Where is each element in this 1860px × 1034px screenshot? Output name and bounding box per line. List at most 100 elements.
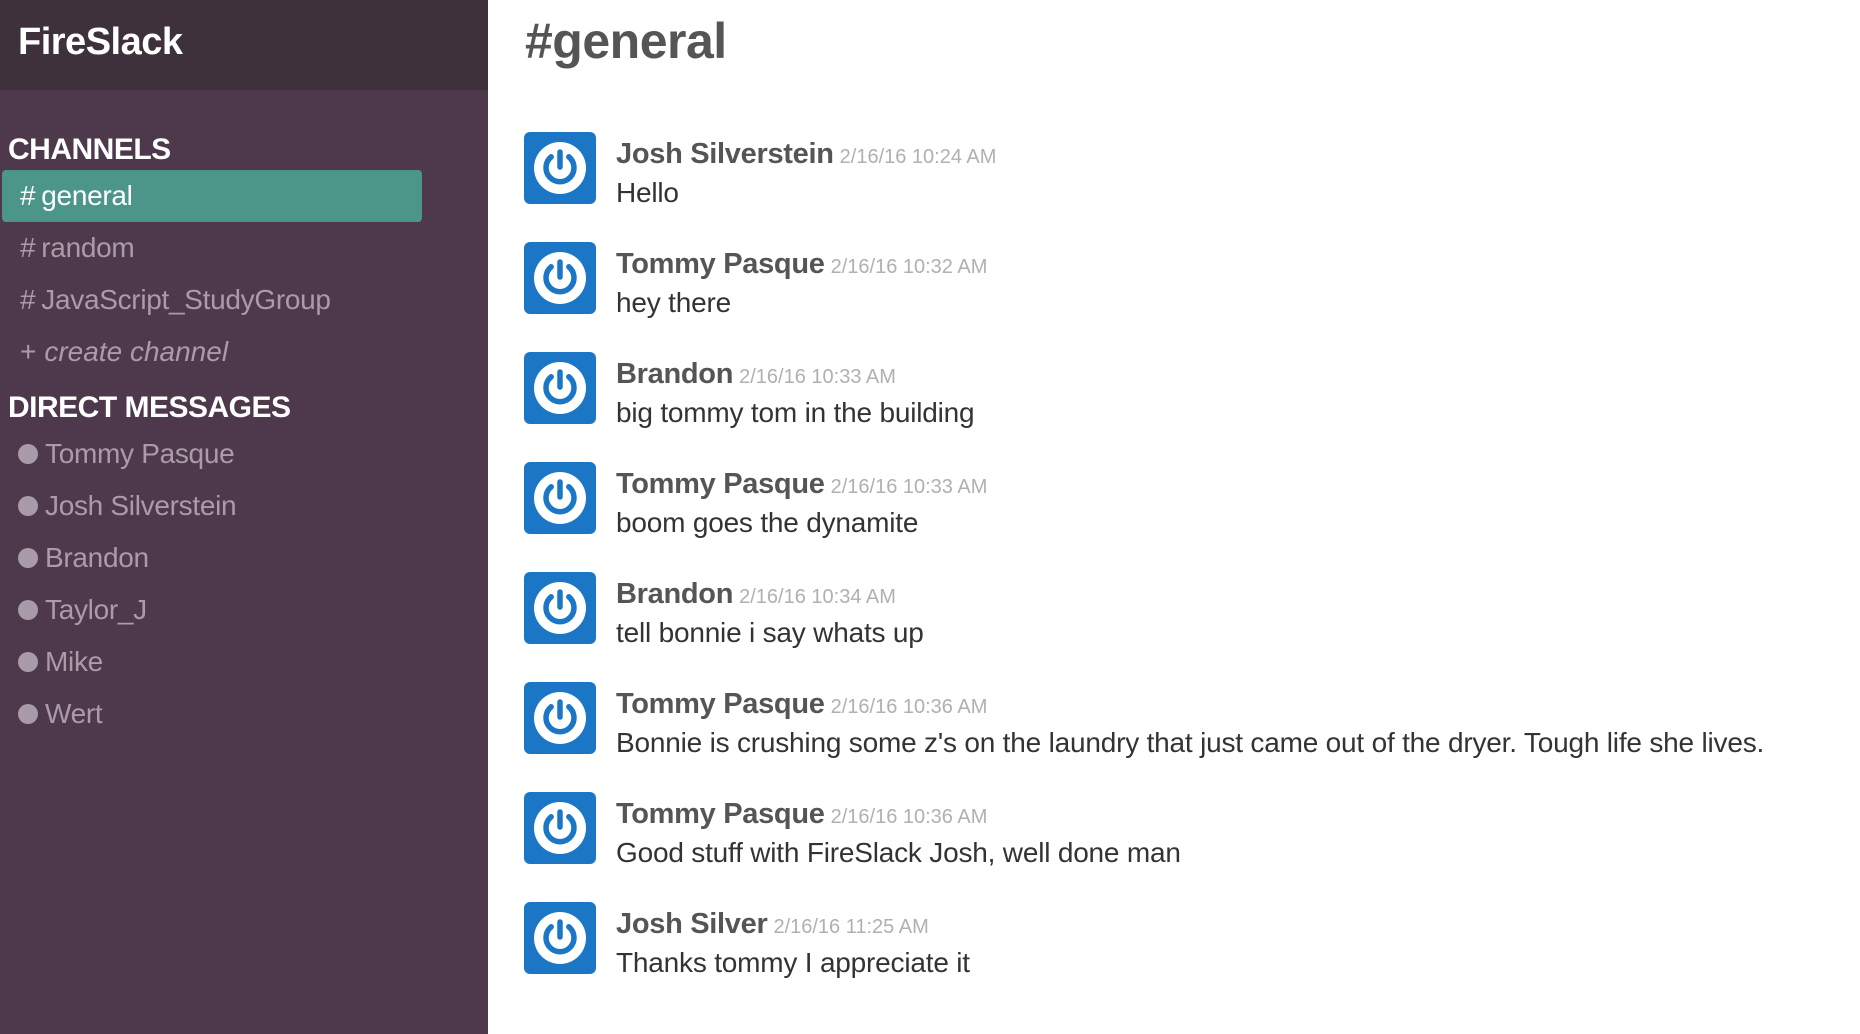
message-timestamp: 2/16/16 10:36 AM — [830, 806, 988, 828]
avatar[interactable] — [524, 792, 596, 864]
message-timestamp: 2/16/16 10:32 AM — [830, 256, 988, 278]
dm-name: Wert — [45, 698, 103, 729]
message-body: Tommy Pasque 2/16/16 10:36 AM Good stuff … — [616, 794, 1181, 872]
presence-dot-icon — [18, 600, 38, 620]
message-text: tell bonnie i say whats up — [616, 617, 924, 648]
message-meta: Brandon 2/16/16 10:34 AM — [616, 574, 924, 614]
message-text: Thanks tommy I appreciate it — [616, 947, 970, 978]
message-body: Tommy Pasque 2/16/16 10:36 AM Bonnie is c… — [616, 684, 1764, 762]
channel-label: general — [41, 180, 133, 211]
avatar[interactable] — [524, 462, 596, 534]
channel-item-random[interactable]: # random — [2, 222, 422, 274]
channel-title: #general — [525, 13, 727, 69]
sidebar-header: FireSlack — [0, 0, 488, 90]
power-icon — [534, 582, 586, 634]
presence-dot-icon — [18, 704, 38, 724]
power-icon — [534, 252, 586, 304]
message-meta: Josh Silverstein 2/16/16 10:24 AM — [616, 134, 996, 174]
channel-label: JavaScript_StudyGroup — [41, 284, 331, 315]
message-author[interactable]: Josh Silver — [616, 908, 768, 940]
message-meta: Brandon 2/16/16 10:33 AM — [616, 354, 974, 394]
message-item: Tommy Pasque 2/16/16 10:33 AM boom goes t… — [524, 462, 1844, 572]
dm-item-wert[interactable]: Wert — [0, 688, 488, 740]
message-timestamp: 2/16/16 10:34 AM — [739, 586, 896, 608]
message-author[interactable]: Tommy Pasque — [616, 468, 825, 500]
message-meta: Tommy Pasque 2/16/16 10:33 AM — [616, 464, 987, 504]
dm-item-brandon[interactable]: Brandon — [0, 532, 488, 584]
hash-icon: # — [20, 232, 36, 263]
avatar[interactable] — [524, 682, 596, 754]
message-body: Brandon 2/16/16 10:33 AM big tommy tom in… — [616, 354, 975, 432]
message-text: Hello — [616, 177, 679, 208]
power-icon — [534, 472, 586, 524]
power-icon — [534, 912, 586, 964]
dm-item-taylor-j[interactable]: Taylor_J — [0, 584, 488, 636]
avatar[interactable] — [524, 572, 596, 644]
power-icon — [534, 362, 586, 414]
message-item: Tommy Pasque 2/16/16 10:32 AM hey there — [524, 242, 1844, 352]
dm-item-mike[interactable]: Mike — [0, 636, 488, 688]
power-icon — [534, 802, 586, 854]
message-item: Tommy Pasque 2/16/16 10:36 AM Bonnie is c… — [524, 682, 1844, 792]
channel-label: random — [41, 232, 135, 263]
direct-messages-section-title: DIRECT MESSAGES — [8, 391, 291, 424]
avatar[interactable] — [524, 902, 596, 974]
message-text: Good stuff with FireSlack Josh, well don… — [616, 837, 1181, 868]
message-body: Tommy Pasque 2/16/16 10:33 AM boom goes t… — [616, 464, 987, 542]
channels-section-title: CHANNELS — [8, 133, 171, 166]
power-icon — [534, 142, 586, 194]
dm-name: Taylor_J — [45, 594, 147, 625]
channel-list: # general # random # JavaScript_StudyGroup — [0, 170, 488, 326]
message-author[interactable]: Tommy Pasque — [616, 248, 825, 280]
message-author[interactable]: Tommy Pasque — [616, 798, 825, 830]
dm-name: Tommy Pasque — [45, 438, 235, 469]
direct-message-list: Tommy Pasque Josh Silverstein Brandon Ta… — [0, 428, 488, 740]
message-item: Tommy Pasque 2/16/16 10:36 AM Good stuff … — [524, 792, 1844, 902]
message-pane: #general Josh Silverstein 2/16/16 10:24 A… — [488, 0, 1860, 1034]
power-icon — [534, 692, 586, 744]
create-channel-button[interactable]: + create channel — [2, 326, 488, 378]
message-author[interactable]: Brandon — [616, 578, 733, 610]
message-meta: Josh Silver 2/16/16 11:25 AM — [616, 904, 970, 944]
presence-dot-icon — [18, 444, 38, 464]
channel-item-javascript-studygroup[interactable]: # JavaScript_StudyGroup — [2, 274, 422, 326]
message-timestamp: 2/16/16 11:25 AM — [773, 916, 929, 938]
hash-icon: # — [20, 284, 36, 315]
message-item: Brandon 2/16/16 10:33 AM big tommy tom in… — [524, 352, 1844, 462]
message-list: Josh Silverstein 2/16/16 10:24 AM Hello T… — [524, 132, 1844, 1012]
channel-item-general[interactable]: # general — [2, 170, 422, 222]
dm-item-josh-silverstein[interactable]: Josh Silverstein — [0, 480, 488, 532]
message-item: Brandon 2/16/16 10:34 AM tell bonnie i sa… — [524, 572, 1844, 682]
avatar[interactable] — [524, 132, 596, 204]
message-meta: Tommy Pasque 2/16/16 10:36 AM — [616, 794, 1181, 834]
message-body: Josh Silver 2/16/16 11:25 AM Thanks tommy… — [616, 904, 970, 982]
message-text: boom goes the dynamite — [616, 507, 919, 538]
avatar[interactable] — [524, 242, 596, 314]
message-item: Josh Silver 2/16/16 11:25 AM Thanks tommy… — [524, 902, 1844, 1012]
message-timestamp: 2/16/16 10:33 AM — [830, 476, 988, 498]
message-author[interactable]: Brandon — [616, 358, 733, 390]
app-title[interactable]: FireSlack — [18, 0, 488, 84]
hash-icon: # — [20, 180, 36, 211]
dm-item-tommy-pasque[interactable]: Tommy Pasque — [0, 428, 488, 480]
message-author[interactable]: Tommy Pasque — [616, 688, 825, 720]
message-timestamp: 2/16/16 10:24 AM — [839, 146, 997, 168]
message-text: hey there — [616, 287, 731, 318]
message-meta: Tommy Pasque 2/16/16 10:36 AM — [616, 684, 1764, 724]
message-author[interactable]: Josh Silverstein — [616, 138, 834, 170]
dm-name: Josh Silverstein — [45, 490, 237, 521]
sidebar: FireSlack CHANNELS # general # random # Jav… — [0, 0, 488, 1034]
message-body: Tommy Pasque 2/16/16 10:32 AM hey there — [616, 244, 987, 322]
message-meta: Tommy Pasque 2/16/16 10:32 AM — [616, 244, 987, 284]
avatar[interactable] — [524, 352, 596, 424]
message-body: Brandon 2/16/16 10:34 AM tell bonnie i sa… — [616, 574, 924, 652]
message-item: Josh Silverstein 2/16/16 10:24 AM Hello — [524, 132, 1844, 242]
dm-name: Brandon — [45, 542, 149, 573]
message-timestamp: 2/16/16 10:36 AM — [830, 696, 988, 718]
app-window: FireSlack CHANNELS # general # random # Jav… — [0, 0, 1860, 1034]
presence-dot-icon — [18, 548, 38, 568]
create-channel-label: create channel — [44, 336, 229, 367]
message-text: Bonnie is crushing some z's on the laund… — [616, 727, 1765, 758]
plus-icon: + — [20, 336, 37, 367]
message-body: Josh Silverstein 2/16/16 10:24 AM Hello — [616, 134, 996, 212]
